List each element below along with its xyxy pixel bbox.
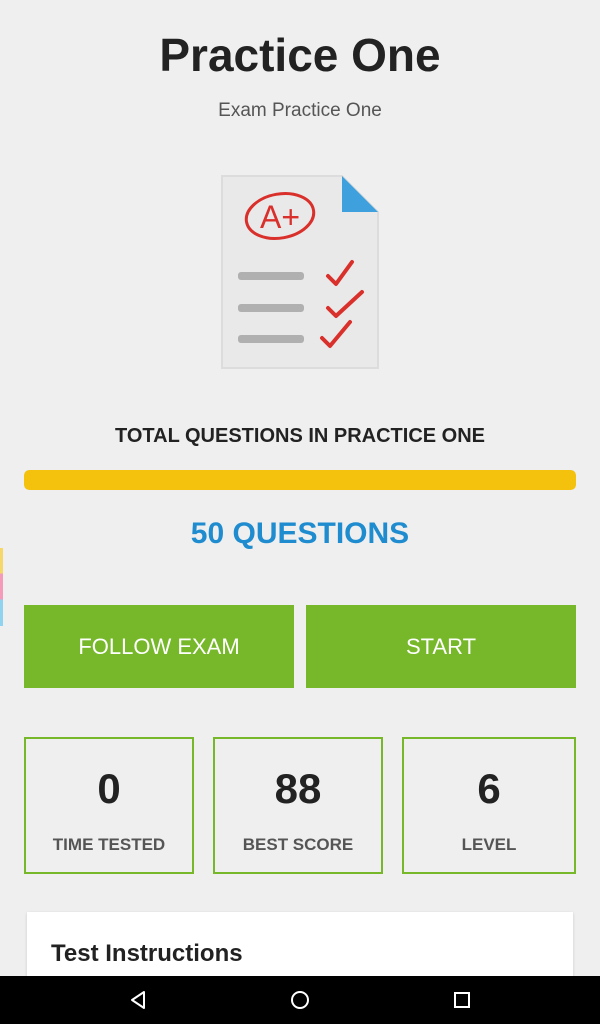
stat-value: 88 [274, 765, 322, 812]
test-instructions-title: Test Instructions [51, 940, 243, 967]
progress-fill [24, 470, 576, 490]
back-icon[interactable] [126, 988, 150, 1012]
start-button[interactable]: START [306, 605, 576, 688]
home-icon[interactable] [288, 988, 312, 1012]
stat-label: LEVEL [461, 835, 517, 854]
exam-document-icon: A+ [221, 175, 379, 369]
stat-time-tested: 0 TIME TESTED [24, 737, 194, 874]
total-questions-label: TOTAL QUESTIONS IN PRACTICE ONE [114, 425, 486, 447]
question-progress-bar [24, 470, 576, 490]
question-count: 50 QUESTIONS [190, 517, 410, 550]
test-instructions-card[interactable]: Test Instructions [27, 912, 573, 982]
stat-label: BEST SCORE [242, 835, 354, 854]
stat-value: 0 [97, 765, 121, 812]
stat-best-score: 88 BEST SCORE [213, 737, 383, 874]
follow-exam-button[interactable]: FOLLOW EXAM [24, 605, 294, 688]
system-navigation-bar [0, 976, 600, 1024]
stat-level: 6 LEVEL [402, 737, 576, 874]
page-title: Practice One [159, 29, 441, 81]
grade-text: A+ [260, 199, 300, 235]
recent-apps-icon[interactable] [450, 988, 474, 1012]
stat-value: 6 [477, 765, 501, 812]
stat-label: TIME TESTED [52, 835, 166, 854]
page-subtitle: Exam Practice One [218, 100, 382, 121]
side-drawer-handle[interactable] [0, 548, 3, 626]
